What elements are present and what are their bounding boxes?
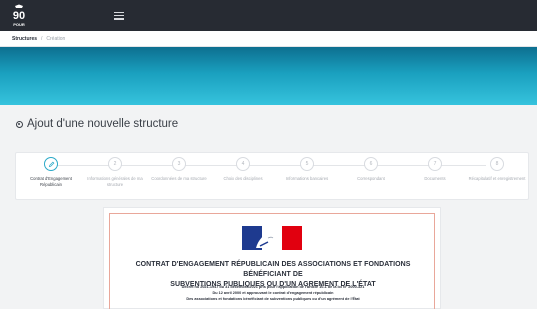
step-number: 5: [300, 157, 314, 171]
step-contrat-engagement[interactable]: Contrat d'Engagement Républicain: [19, 157, 83, 187]
hamburger-icon[interactable]: [114, 11, 124, 20]
radio-circle-icon: [16, 120, 23, 128]
step-icon-active: [44, 157, 58, 171]
brand-logo-icon[interactable]: 90 POUR: [10, 4, 28, 28]
logo-number: 90: [13, 10, 25, 22]
breadcrumb: Structures / Création: [0, 31, 537, 47]
header-banner: [0, 47, 537, 105]
contract-subtitle-line: Des associations et fondations bénéficia…: [186, 297, 360, 302]
step-documents[interactable]: 7 Documents: [403, 157, 467, 182]
breadcrumb-structures-link[interactable]: Structures: [12, 36, 37, 42]
contract-title-line1: CONTRAT D'ENGAGEMENT RÉPUBLICAIN DES ASS…: [135, 261, 411, 278]
step-label: Contrat d'Engagement Républicain: [30, 176, 72, 187]
contract-document-card: CONTRAT D'ENGAGEMENT RÉPUBLICAIN DES ASS…: [103, 207, 441, 309]
step-number: 8: [490, 157, 504, 171]
step-label: Coordonnées de ma structure: [151, 176, 207, 181]
step-number: 2: [108, 157, 122, 171]
step-label: Correspondant: [357, 176, 385, 181]
contract-subtitle: Décret no 2021-1947 du 31 décembre 2021 …: [120, 284, 426, 303]
page-title: Ajout d'une nouvelle structure: [16, 118, 178, 130]
breadcrumb-current: Création: [46, 35, 66, 42]
step-label: Informations bancaires: [285, 176, 329, 181]
step-number: 7: [428, 157, 442, 171]
page-title-text: Ajout d'une nouvelle structure: [27, 118, 179, 130]
step-number: 6: [364, 157, 378, 171]
step-coordonnees[interactable]: 3 Coordonnées de ma structure: [147, 157, 211, 182]
step-number: 4: [236, 157, 250, 171]
step-informations-generales[interactable]: 2 Informations générales de ma structure: [83, 157, 147, 187]
step-label: Récapitulatif et enregistrement: [468, 176, 526, 181]
breadcrumb-separator: /: [41, 35, 43, 42]
step-label: Choix des disciplines: [223, 176, 263, 181]
step-number: 3: [172, 157, 186, 171]
stepper: Contrat d'Engagement Républicain 2 Infor…: [15, 152, 529, 200]
step-label: Documents: [424, 176, 446, 181]
step-correspondant[interactable]: 6 Correspondant: [339, 157, 403, 182]
step-recapitulatif[interactable]: 8 Récapitulatif et enregistrement: [465, 157, 529, 182]
top-navbar: 90 POUR: [0, 0, 537, 31]
contract-document-frame: CONTRAT D'ENGAGEMENT RÉPUBLICAIN DES ASS…: [109, 213, 435, 309]
step-informations-bancaires[interactable]: 5 Informations bancaires: [275, 157, 339, 182]
logo-caption: POUR: [13, 22, 25, 27]
step-disciplines[interactable]: 4 Choix des disciplines: [211, 157, 275, 182]
step-label: Informations générales de ma structure: [87, 176, 143, 187]
marianne-flag-logo: [240, 224, 304, 252]
